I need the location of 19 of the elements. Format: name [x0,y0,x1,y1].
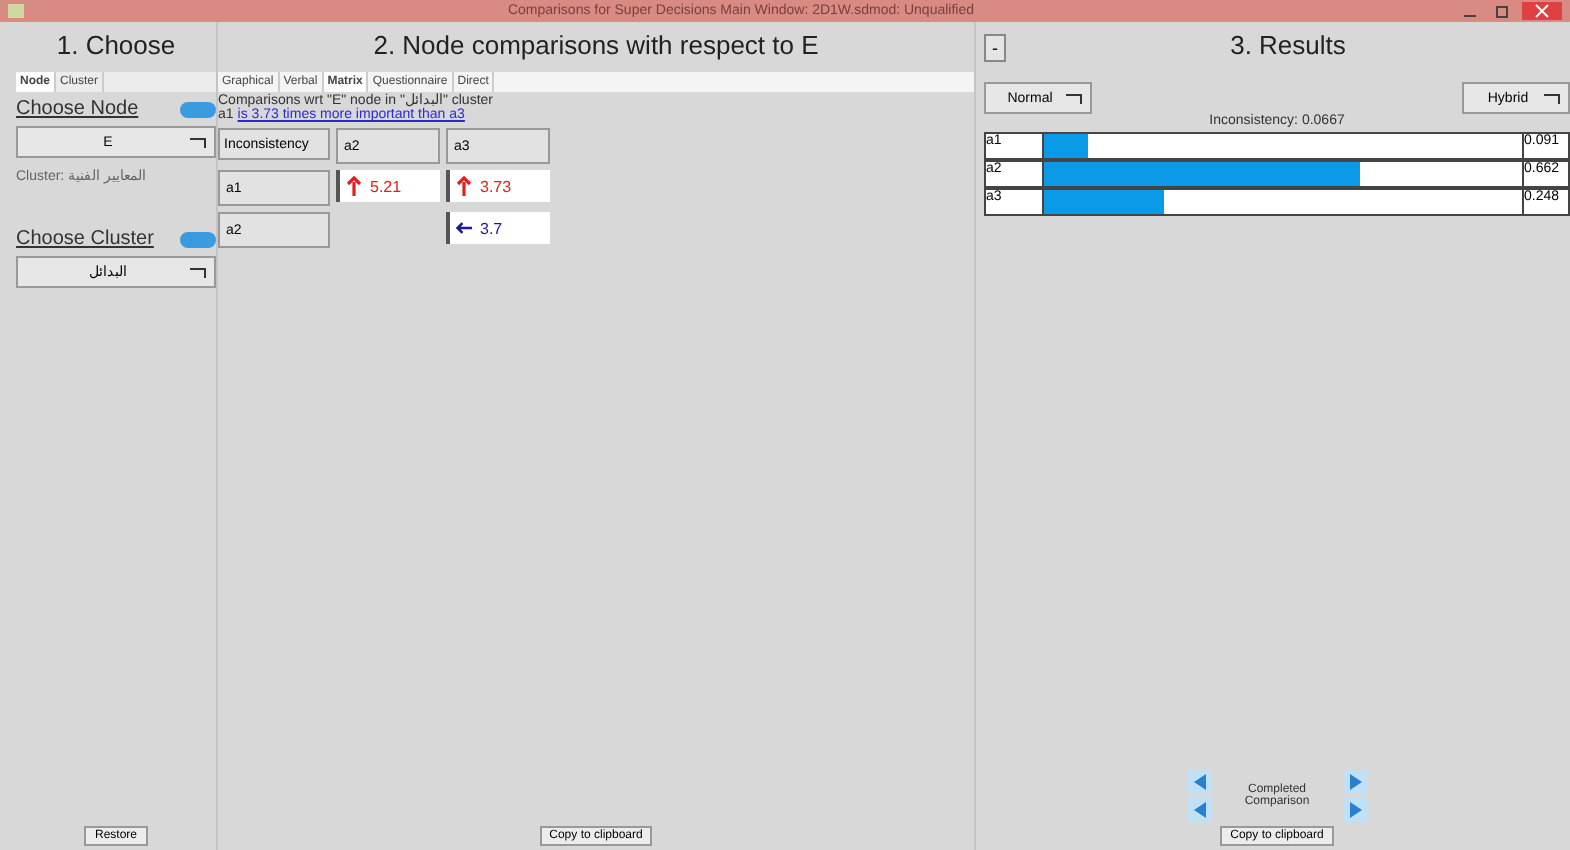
section-heading: 1. Choose [54,28,178,64]
choose-cluster-label: Choose Cluster [16,228,154,250]
right-arrow-icon[interactable] [1343,798,1367,822]
collapse-button[interactable]: - [984,33,1006,61]
maximize-button[interactable] [1490,3,1514,19]
section-heading: 2. Node comparisons with respect to E [371,28,821,64]
app-icon [8,4,24,18]
left-arrow-icon [456,218,472,238]
left-arrow-icon[interactable] [1187,798,1211,822]
right-arrow-icon[interactable] [1343,770,1367,794]
matrix-cell[interactable]: 5.21 [336,170,440,202]
section-heading: 3. Results [1228,28,1348,64]
close-button[interactable] [1522,2,1562,20]
matrix-cell[interactable]: 3.73 [446,170,550,202]
matrix-cell[interactable]: 3.7 [446,212,550,244]
choose-node-label: Choose Node [16,98,139,120]
left-arrow-icon[interactable] [1187,770,1211,794]
up-arrow-icon [456,176,472,196]
up-arrow-icon [346,176,362,196]
